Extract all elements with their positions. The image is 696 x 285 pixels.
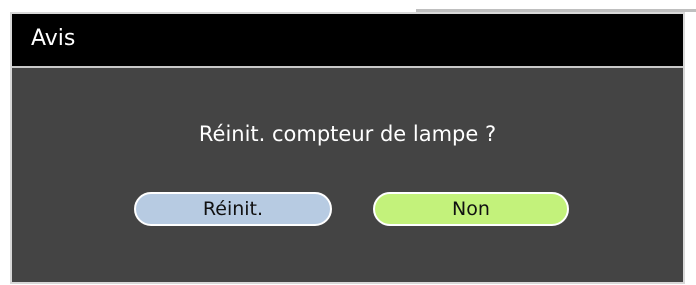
notice-dialog: Avis Réinit. compteur de lampe ? Réinit.… [10,12,685,284]
reset-button[interactable]: Réinit. [134,192,332,226]
no-button-label: Non [452,198,490,220]
reset-button-label: Réinit. [202,198,264,220]
dialog-titlebar: Avis [12,14,683,68]
dialog-message: Réinit. compteur de lampe ? [198,122,497,146]
no-button[interactable]: Non [373,192,569,226]
dialog-title: Avis [31,26,76,51]
